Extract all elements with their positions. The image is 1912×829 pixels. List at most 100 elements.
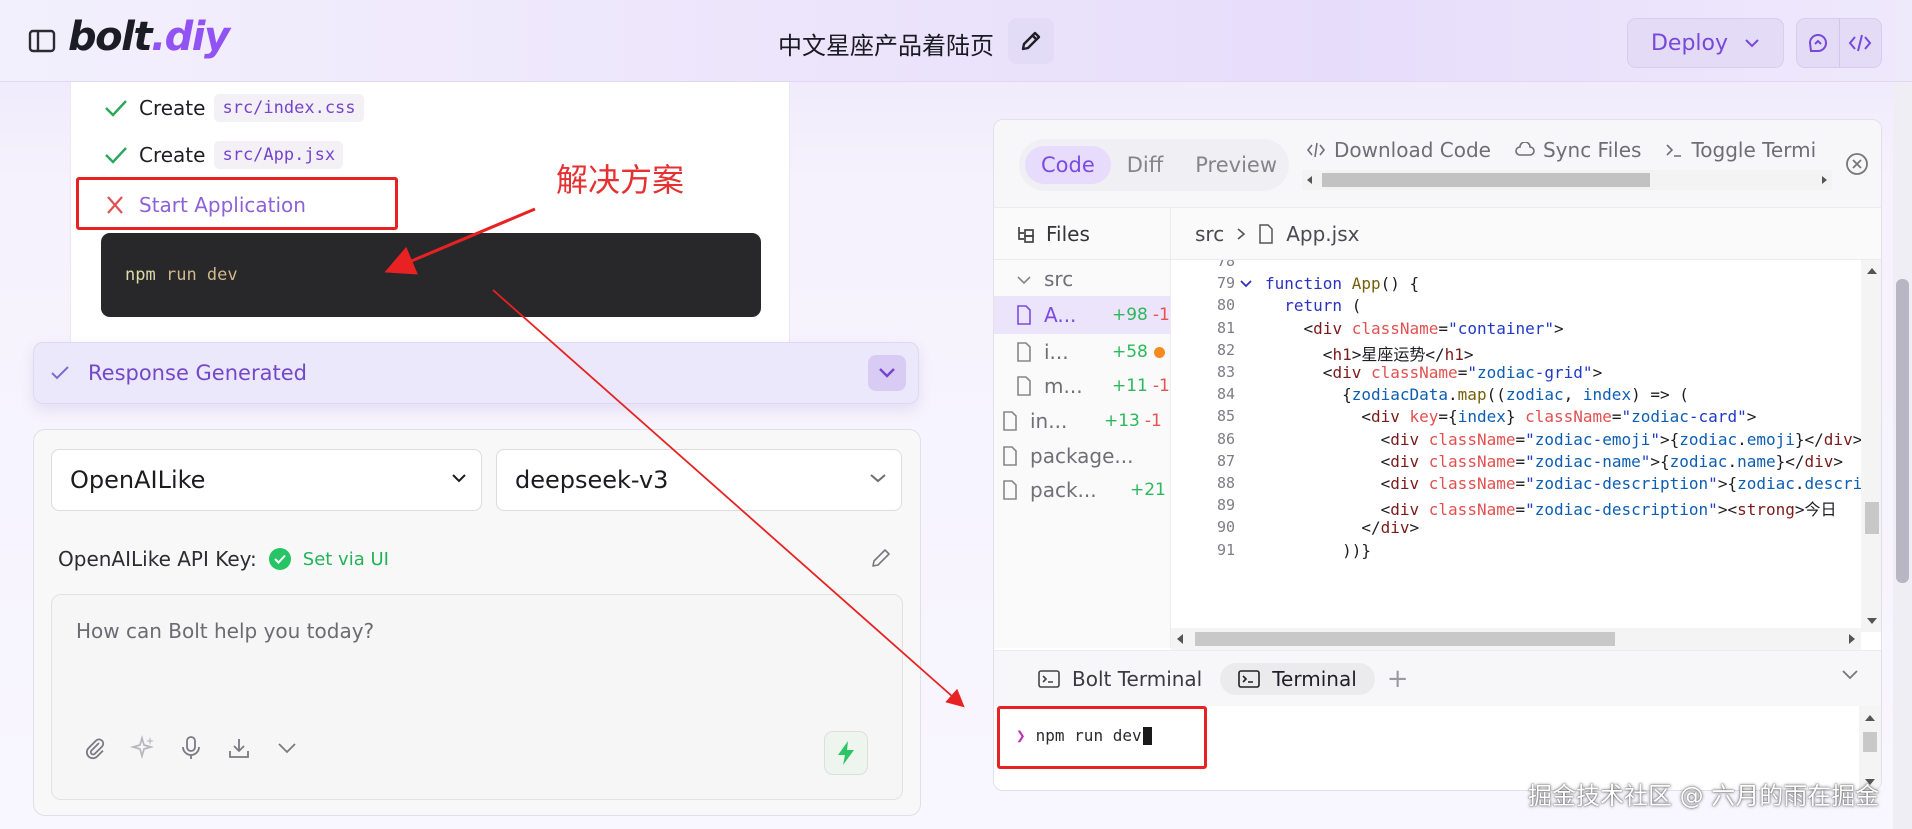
line-number: 90 <box>1216 518 1235 537</box>
page-scrollbar[interactable] <box>1893 82 1912 829</box>
view-switcher: Code Diff Preview <box>1019 139 1289 191</box>
toggle-terminal-button[interactable]: Toggle Termi <box>1665 138 1816 162</box>
lines-added: +21 <box>1130 480 1166 500</box>
code-line: 87 <div className="zodiac-name">{zodiac.… <box>1171 452 1861 474</box>
app-header: bolt.diy 中文星座产品着陆页 Deploy <box>0 0 1912 82</box>
editor-horizontal-scrollbar[interactable] <box>1171 628 1861 650</box>
tree-file-index-html[interactable]: in... +13 -1 <box>994 402 1170 440</box>
more-options-button[interactable] <box>274 735 300 761</box>
tab-preview[interactable]: Preview <box>1179 146 1293 184</box>
tab-terminal[interactable]: Terminal <box>1220 662 1375 695</box>
prompt-toolbar <box>82 735 300 761</box>
tree-file-package-lock[interactable]: package... <box>994 437 1170 475</box>
file-icon <box>1017 305 1031 325</box>
annotation-box-terminal <box>997 706 1207 769</box>
command-block: npm run dev <box>101 233 761 317</box>
code-line: 90 </div> <box>1171 518 1861 540</box>
code-line: 91 ))} <box>1171 541 1861 563</box>
collapse-terminal-icon[interactable] <box>1841 669 1859 681</box>
model-value: deepseek-v3 <box>515 466 669 494</box>
download-code-label: Download Code <box>1334 138 1491 162</box>
project-title: 中文星座产品着陆页 <box>778 32 994 60</box>
line-text: <div className="zodiac-emoji">{zodiac.em… <box>1265 429 1863 449</box>
tree-item-label: m... <box>1044 374 1083 398</box>
scroll-down-icon <box>1867 618 1877 624</box>
tree-file-package-json[interactable]: pack... +21 <box>994 471 1170 509</box>
scroll-left-icon <box>1307 176 1312 184</box>
toggle-code-button[interactable] <box>1840 19 1882 67</box>
line-text: </div> <box>1265 518 1420 538</box>
code-editor[interactable]: 91 ))} 90 </div> 89 <div className="zodiac… <box>1171 260 1881 650</box>
app-logo[interactable]: bolt.diy <box>68 14 230 60</box>
command-args: run dev <box>165 265 238 285</box>
deploy-button[interactable]: Deploy <box>1627 18 1784 68</box>
code-line: 84 {zodiacData.map((zodiac, index) => ( <box>1171 385 1861 407</box>
import-button[interactable] <box>226 735 252 761</box>
step-label: Create <box>139 96 206 120</box>
chevron-down-icon <box>452 474 466 483</box>
api-key-label: OpenAILike API Key: <box>58 547 257 571</box>
enhance-prompt-button[interactable] <box>130 735 156 761</box>
tab-label: Terminal <box>1272 666 1357 691</box>
close-workbench-button[interactable] <box>1845 152 1869 180</box>
code-line: 86 <div className="zodiac-emoji">{zodiac… <box>1171 429 1863 452</box>
sidebar-toggle-icon[interactable] <box>28 28 56 54</box>
line-number: 89 <box>1216 496 1235 515</box>
provider-select[interactable]: OpenAILike <box>51 449 482 511</box>
breadcrumb-folder[interactable]: src <box>1195 222 1224 246</box>
actions-scrollbar[interactable] <box>1302 170 1832 190</box>
code-line: 89 <div className="zodiac-description"><… <box>1171 496 1861 519</box>
download-icon <box>229 739 249 758</box>
tab-code[interactable]: Code <box>1025 146 1111 184</box>
tree-file-main[interactable]: m... +11 -1 <box>994 367 1170 405</box>
scroll-thumb[interactable] <box>1322 173 1650 187</box>
step-file[interactable]: src/index.css <box>214 94 364 122</box>
file-icon <box>1259 223 1273 244</box>
command-name: npm <box>125 265 156 285</box>
scroll-thumb[interactable] <box>1896 279 1909 583</box>
add-terminal-button[interactable]: + <box>1387 664 1409 694</box>
line-number: 87 <box>1216 451 1235 470</box>
files-header: Files <box>994 208 1171 260</box>
voice-input-button[interactable] <box>178 735 204 761</box>
lines-added: +98 <box>1112 305 1148 325</box>
terminal-icon <box>1038 669 1060 688</box>
prompt-input[interactable] <box>52 595 902 705</box>
tab-label: Bolt Terminal <box>1072 666 1203 691</box>
rename-project-button[interactable] <box>1008 18 1054 64</box>
lines-added: +13 <box>1104 411 1140 431</box>
toggle-chat-button[interactable] <box>1797 19 1840 67</box>
line-number: 78 <box>1216 260 1235 270</box>
scroll-thumb[interactable] <box>1865 502 1879 534</box>
step-file[interactable]: src/App.jsx <box>214 141 344 169</box>
tree-folder-src[interactable]: src <box>994 260 1170 298</box>
lines-added: +11 <box>1112 376 1148 396</box>
model-select[interactable]: deepseek-v3 <box>496 449 902 511</box>
attach-file-button[interactable] <box>82 735 108 761</box>
fold-chevron-icon[interactable] <box>1239 274 1253 293</box>
sync-files-button[interactable]: Sync Files <box>1515 138 1641 162</box>
pencil-icon <box>872 549 890 567</box>
edit-api-key-button[interactable] <box>870 547 892 573</box>
scroll-right-icon <box>1849 634 1855 644</box>
response-status-bar[interactable]: Response Generated <box>33 342 919 404</box>
line-text: {zodiacData.map((zodiac, index) => ( <box>1265 385 1689 405</box>
tab-bolt-terminal[interactable]: Bolt Terminal <box>1020 663 1220 695</box>
workbench-toggle-group <box>1796 18 1882 68</box>
tree-file-index-css[interactable]: i... +58 <box>994 333 1170 371</box>
download-code-button[interactable]: Download Code <box>1306 138 1491 162</box>
step-create-index-css: Create src/index.css <box>103 94 364 122</box>
tab-diff[interactable]: Diff <box>1111 146 1179 184</box>
send-button[interactable] <box>824 731 868 775</box>
editor-vertical-scrollbar[interactable] <box>1861 260 1881 632</box>
response-status-text: Response Generated <box>88 361 307 385</box>
scroll-thumb[interactable] <box>1195 632 1615 646</box>
line-text: ))} <box>1265 540 1371 560</box>
scroll-thumb[interactable] <box>1863 732 1877 752</box>
expand-response-button[interactable] <box>868 355 906 391</box>
tree-file-app-jsx[interactable]: A... +98 -1 <box>994 296 1170 334</box>
chevron-down-icon <box>1017 276 1031 285</box>
sparkles-icon <box>130 735 155 760</box>
close-circle-icon <box>1846 153 1868 175</box>
breadcrumb-file[interactable]: App.jsx <box>1286 222 1359 246</box>
